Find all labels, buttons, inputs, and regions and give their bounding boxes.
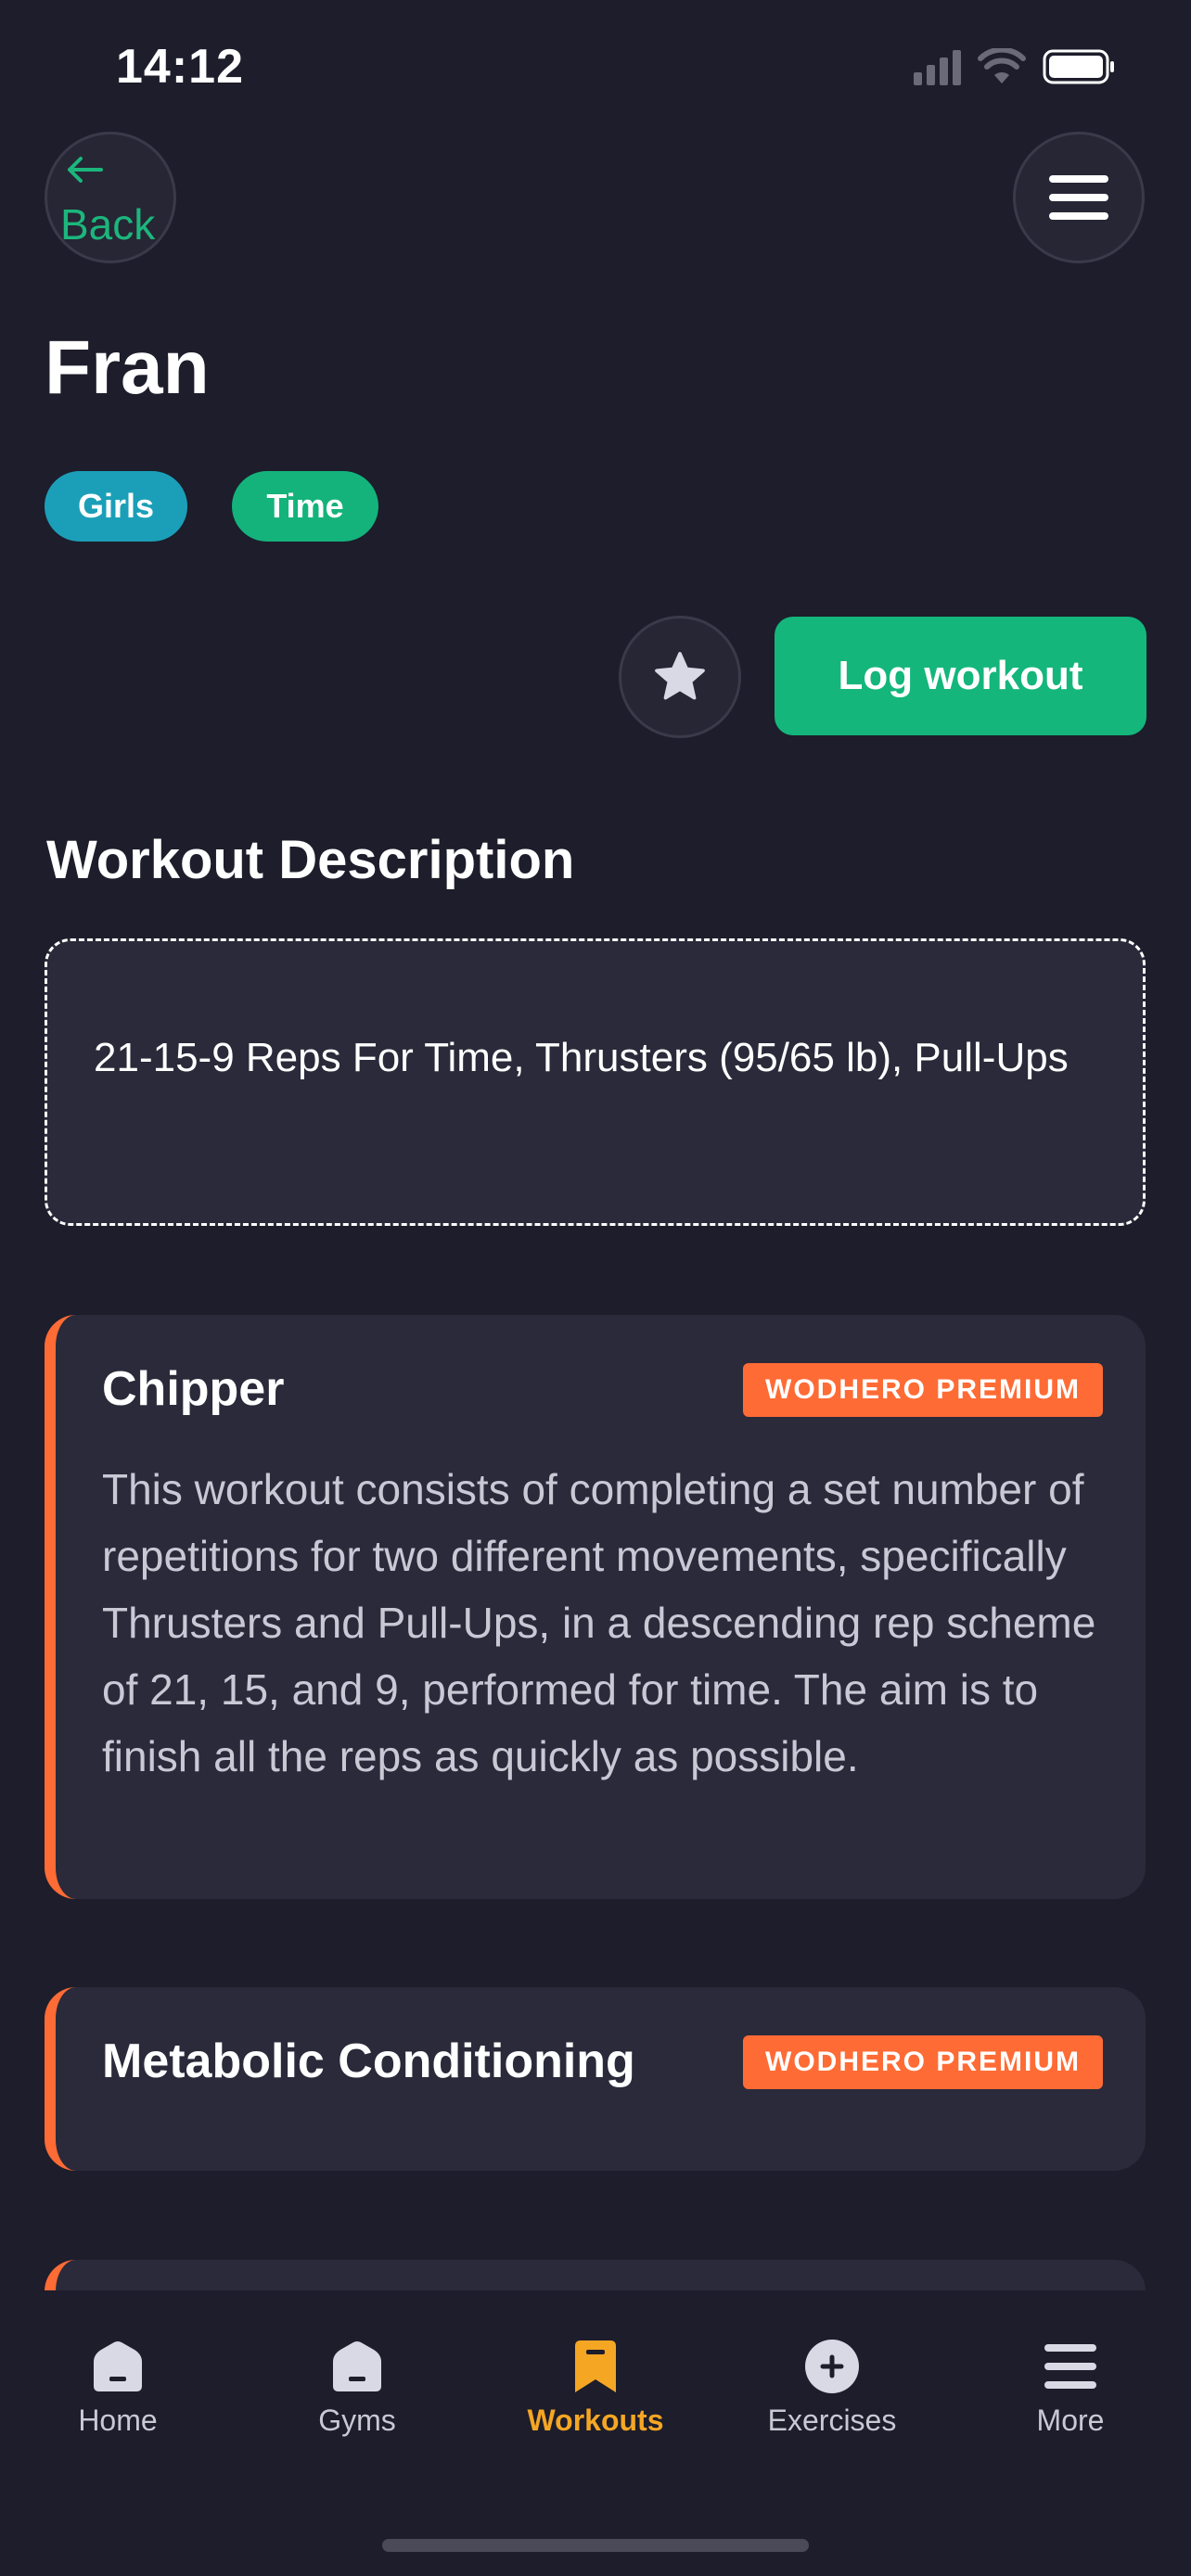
tab-workouts[interactable]: Workouts: [503, 2339, 688, 2459]
tab-label: Exercises: [767, 2404, 897, 2437]
wifi-icon: [978, 48, 1026, 83]
tab-more[interactable]: More: [978, 2339, 1163, 2459]
log-workout-button[interactable]: Log workout: [775, 617, 1146, 735]
tab-home[interactable]: Home: [25, 2339, 211, 2459]
home-icon: [94, 2341, 142, 2391]
hamburger-menu-icon: [1049, 175, 1108, 220]
gym-icon: [333, 2341, 381, 2391]
workout-description-box: 21-15-9 Reps For Time, Thrusters (95/65 …: [45, 938, 1146, 1226]
workout-type-card-chipper[interactable]: Chipper WODHERO PREMIUM This workout con…: [45, 1315, 1146, 1899]
home-indicator[interactable]: [382, 2539, 809, 2552]
card-title: Chipper: [102, 1362, 285, 1416]
workout-description-text: 21-15-9 Reps For Time, Thrusters (95/65 …: [94, 1035, 1069, 1080]
status-time: 14:12: [116, 40, 244, 94]
status-icons: [914, 46, 1117, 87]
workout-detail-screen: 14:12 Back Fran Girls Time Log workout W…: [0, 0, 1191, 2576]
battery-icon: [1043, 49, 1114, 84]
cellular-signal-icon: [914, 48, 961, 85]
section-title-description: Workout Description: [46, 830, 575, 890]
premium-badge: WODHERO PREMIUM: [743, 1363, 1103, 1417]
premium-badge: WODHERO PREMIUM: [743, 2035, 1103, 2089]
tab-label: More: [1036, 2404, 1105, 2437]
card-title: Metabolic Conditioning: [102, 2034, 635, 2088]
tag-girls[interactable]: Girls: [45, 471, 187, 542]
tab-label: Gyms: [318, 2404, 396, 2437]
star-icon: [655, 652, 705, 700]
bookmark-icon: [575, 2340, 616, 2392]
favorite-button[interactable]: [619, 616, 741, 738]
back-label: Back: [60, 200, 156, 249]
tag-time[interactable]: Time: [232, 471, 378, 542]
plus-circle-icon: [805, 2340, 859, 2393]
tab-label: Home: [78, 2404, 158, 2437]
status-bar: 14:12: [0, 0, 1191, 130]
workout-type-card-metcon[interactable]: Metabolic Conditioning WODHERO PREMIUM: [45, 1987, 1146, 2171]
hamburger-menu-icon: [1044, 2344, 1096, 2389]
card-body: This workout consists of completing a se…: [102, 1465, 1096, 1780]
menu-button[interactable]: [1013, 132, 1145, 263]
tab-exercises[interactable]: Exercises: [739, 2339, 925, 2459]
tab-gyms[interactable]: Gyms: [264, 2339, 450, 2459]
back-button[interactable]: Back: [45, 132, 176, 263]
page-title: Fran: [45, 325, 210, 410]
bottom-tab-bar: Home Gyms Workouts Exercises More: [0, 2290, 1191, 2576]
tab-label: Workouts: [527, 2404, 664, 2437]
arrow-left-icon: [68, 157, 103, 183]
